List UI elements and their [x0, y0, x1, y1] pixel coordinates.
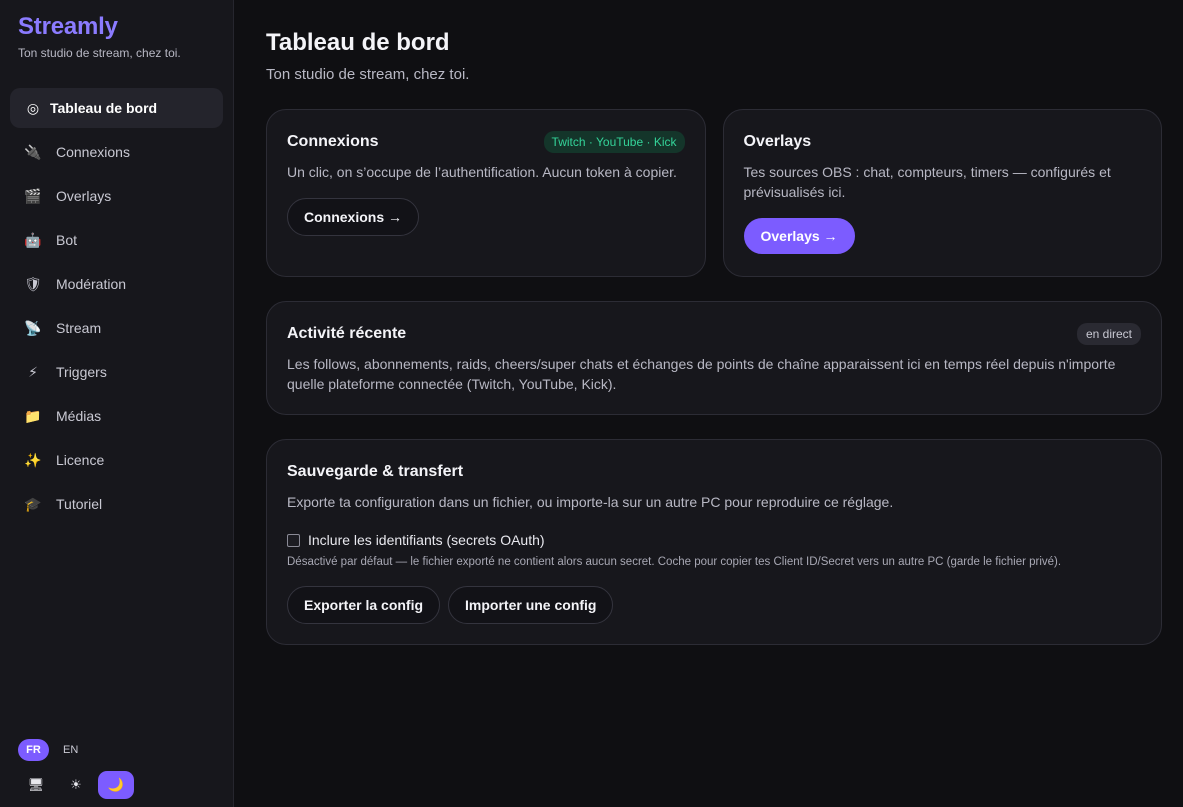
card-text: Les follows, abonnements, raids, cheers/… — [287, 356, 1116, 392]
sidebar: Streamly Ton studio de stream, chez toi.… — [0, 0, 234, 807]
sidebar-item-label: Tutoriel — [56, 496, 103, 512]
card-header: Overlays — [744, 130, 1142, 154]
sidebar-item-label: Bot — [56, 232, 78, 248]
card-title: Overlays — [743, 133, 812, 150]
sidebar-item-triggers[interactable]: ⚡ Triggers — [10, 352, 223, 392]
secrets-note: Désactivé par défaut — le fichier export… — [287, 556, 1062, 568]
sidebar-footer: FR EN 🖥 ☀ 🌙 — [18, 739, 134, 799]
sidebar-nav: ◎ Tableau de bord 🔌 Connexions 🎬 Overlay… — [0, 88, 233, 524]
sidebar-item-moderation[interactable]: 🛡 Modération — [10, 264, 223, 304]
brand: Streamly Ton studio de stream, chez toi. — [0, 0, 233, 60]
card-header: Sauvegarde & transfert — [287, 460, 1141, 484]
page-subtitle: Ton studio de stream, chez toi. — [266, 66, 470, 83]
sidebar-item-label: Connexions — [56, 144, 130, 160]
sun-icon[interactable]: ☀ — [58, 771, 94, 799]
robot-icon: 🤖 — [24, 231, 42, 248]
sidebar-item-label: Overlays — [56, 188, 112, 204]
moon-icon[interactable]: 🌙 — [98, 771, 134, 799]
platforms-badge: Twitch · YouTube · Kick — [543, 131, 685, 153]
theme-switcher: 🖥 ☀ 🌙 — [18, 771, 134, 799]
page-title: Tableau de bord — [266, 29, 450, 56]
overlays-button[interactable]: Overlays → — [743, 218, 855, 254]
sidebar-item-label: Médias — [56, 408, 102, 424]
include-secrets-checkbox[interactable] — [287, 533, 300, 547]
card-title: Activité récente — [287, 325, 407, 342]
sidebar-item-stream[interactable]: 📡 Stream — [10, 308, 223, 348]
sidebar-item-label: Licence — [56, 452, 105, 468]
card-header: Connexions Twitch · YouTube · Kick — [287, 130, 685, 154]
card-title: Sauvegarde & transfert — [287, 463, 464, 480]
stream-icon: 📡 — [24, 319, 42, 336]
graduation-cap-icon: 🎓 — [24, 495, 42, 512]
sidebar-item-overlays[interactable]: 🎬 Overlays — [10, 176, 223, 216]
checkbox-label: Inclure les identifiants (secrets OAuth) — [308, 532, 545, 548]
card-title: Connexions — [287, 133, 379, 150]
brand-tagline: Ton studio de stream, chez toi. — [18, 46, 181, 60]
sidebar-item-bot[interactable]: 🤖 Bot — [10, 220, 223, 260]
sidebar-item-label: Modération — [56, 276, 127, 292]
sidebar-item-tutoriel[interactable]: 🎓 Tutoriel — [10, 484, 223, 524]
monitor-icon[interactable]: 🖥 — [18, 771, 54, 799]
card-actions: Overlays → — [743, 218, 1142, 254]
card-actions: Exporter la config Importer une config — [287, 586, 1141, 624]
language-switcher: FR EN — [18, 739, 134, 761]
lightning-icon: ⚡ — [28, 363, 38, 380]
live-badge: en direct — [1076, 323, 1141, 345]
card-text: Tes sources OBS : chat, compteurs, timer… — [743, 164, 1111, 200]
clapper-icon: 🎬 — [24, 187, 42, 204]
sidebar-item-label: Stream — [56, 320, 102, 336]
sidebar-item-label: Tableau de bord — [50, 100, 158, 116]
connexions-card: Connexions Twitch · YouTube · Kick Un cl… — [266, 109, 706, 277]
target-icon: ◎ — [26, 99, 40, 116]
lang-fr-button[interactable]: FR — [18, 739, 49, 761]
sparkles-icon: ✨ — [24, 451, 42, 468]
brand-name: Streamly — [18, 13, 118, 40]
lang-en-button[interactable]: EN — [63, 744, 78, 756]
card-header: Activité récente en direct — [287, 322, 1141, 346]
sidebar-item-medias[interactable]: 📁 Médias — [10, 396, 223, 436]
connexions-button[interactable]: Connexions → — [287, 198, 420, 236]
import-config-button[interactable]: Importer une config — [448, 586, 614, 624]
shield-icon: 🛡 — [24, 275, 42, 292]
card-text: Un clic, on s’occupe de l’authentificati… — [287, 164, 677, 180]
sidebar-item-licence[interactable]: ✨ Licence — [10, 440, 223, 480]
main-content: Tableau de bord Ton studio de stream, ch… — [234, 0, 1183, 807]
sidebar-item-label: Triggers — [56, 364, 107, 380]
folder-icon: 📁 — [24, 407, 42, 424]
cards-row: Connexions Twitch · YouTube · Kick Un cl… — [266, 109, 1162, 277]
sidebar-item-connexions[interactable]: 🔌 Connexions — [10, 132, 223, 172]
card-actions: Connexions → — [287, 198, 685, 236]
activity-card: Activité récente en direct Les follows, … — [266, 301, 1162, 415]
overlays-card: Overlays Tes sources OBS : chat, compteu… — [722, 109, 1162, 277]
card-text: Exporte ta configuration dans un fichier… — [287, 494, 894, 510]
sidebar-item-tableau-de-bord[interactable]: ◎ Tableau de bord — [10, 88, 223, 128]
backup-card: Sauvegarde & transfert Exporte ta config… — [266, 439, 1162, 645]
export-config-button[interactable]: Exporter la config — [287, 586, 441, 624]
include-secrets-option[interactable]: Inclure les identifiants (secrets OAuth) — [287, 532, 1141, 548]
plug-icon: 🔌 — [24, 143, 42, 160]
